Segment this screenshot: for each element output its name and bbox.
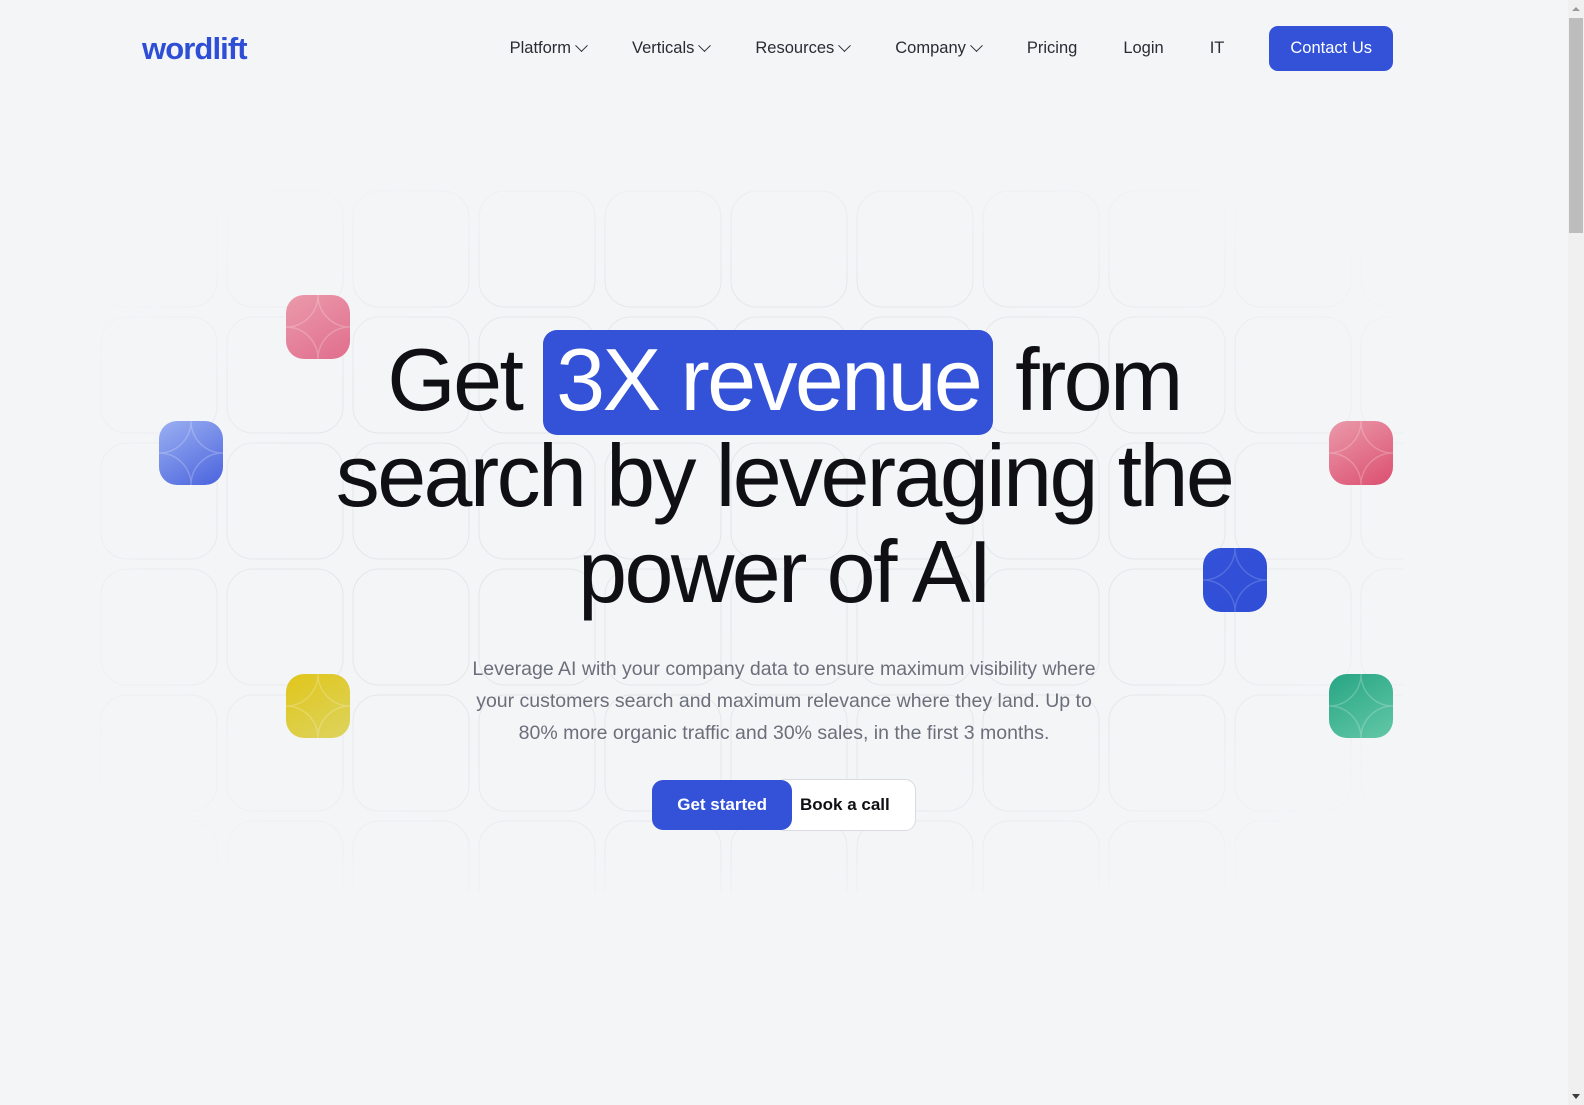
site-header: wordlift Platform Verticals Resources Co… bbox=[0, 0, 1568, 96]
nav-item-resources[interactable]: Resources bbox=[732, 39, 872, 58]
nav-item-label: Verticals bbox=[632, 38, 695, 57]
hero-cta-group: Get started Book a call bbox=[0, 779, 1568, 831]
main-navigation: Platform Verticals Resources Company Pri… bbox=[487, 25, 1393, 71]
chevron-down-icon bbox=[575, 38, 588, 52]
brand-logo[interactable]: wordlift bbox=[142, 33, 248, 64]
nav-item-label: Resources bbox=[755, 38, 835, 57]
nav-item-login[interactable]: Login bbox=[1100, 39, 1186, 58]
hero-section: Get 3X revenue from search by leveraging… bbox=[0, 96, 1568, 831]
chevron-down-icon bbox=[838, 38, 852, 52]
nav-item-pricing[interactable]: Pricing bbox=[1004, 39, 1100, 58]
contact-us-button[interactable]: Contact Us bbox=[1269, 25, 1393, 71]
hero-heading-highlight: 3X revenue bbox=[543, 330, 994, 435]
hero-heading: Get 3X revenue from search by leveraging… bbox=[334, 330, 1235, 620]
nav-item-company[interactable]: Company bbox=[872, 39, 1004, 58]
scrollbar-thumb[interactable] bbox=[1569, 18, 1583, 233]
nav-item-platform[interactable]: Platform bbox=[487, 39, 609, 58]
nav-item-label: Platform bbox=[509, 38, 572, 57]
nav-item-label: Company bbox=[895, 38, 966, 57]
scrollbar-up-arrow-icon[interactable] bbox=[1568, 0, 1584, 17]
hero-heading-prefix: Get bbox=[387, 330, 544, 429]
chevron-down-icon bbox=[698, 38, 712, 52]
chevron-down-icon bbox=[970, 38, 983, 52]
nav-item-language-it[interactable]: IT bbox=[1187, 39, 1248, 58]
vertical-scrollbar[interactable] bbox=[1568, 0, 1584, 1105]
hero-subtitle: Leverage AI with your company data to en… bbox=[472, 658, 1096, 744]
scrollbar-down-arrow-icon[interactable] bbox=[1568, 1088, 1584, 1105]
page-viewport: wordlift Platform Verticals Resources Co… bbox=[0, 0, 1568, 1105]
get-started-button[interactable]: Get started bbox=[652, 780, 792, 830]
book-a-call-button[interactable]: Book a call bbox=[773, 779, 916, 831]
nav-item-verticals[interactable]: Verticals bbox=[609, 39, 732, 58]
